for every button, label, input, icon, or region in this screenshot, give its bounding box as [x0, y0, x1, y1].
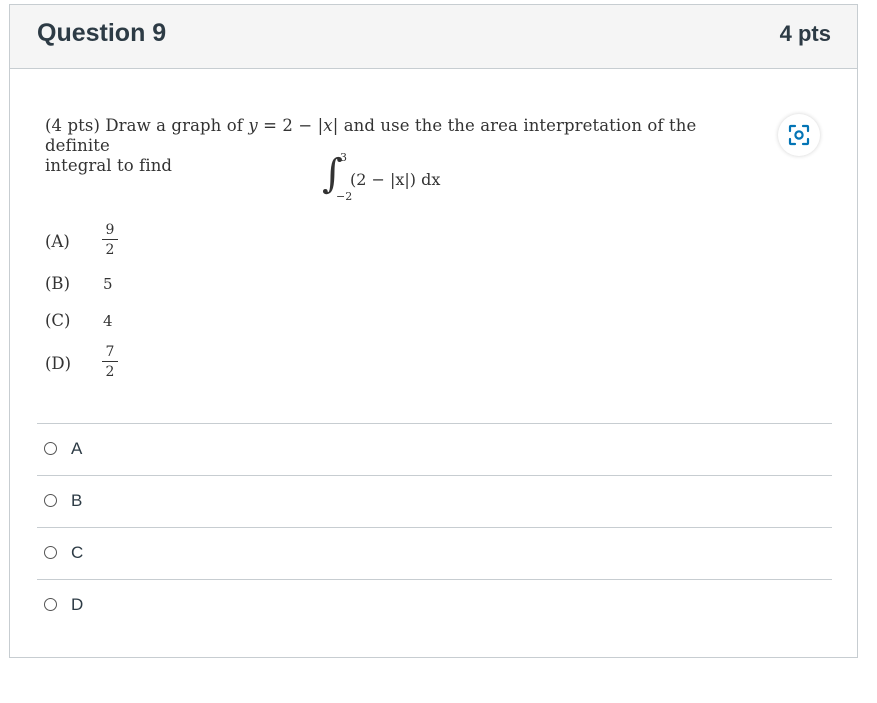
- fraction-numerator: 7: [105, 344, 115, 360]
- question-points: 4 pts: [779, 21, 831, 46]
- scan-icon: [788, 124, 810, 146]
- answer-option-d[interactable]: D: [37, 579, 832, 631]
- stem-line2: integral to find: [45, 156, 173, 175]
- question-header: Question 9 4 pts: [10, 5, 857, 69]
- answer-label[interactable]: D: [71, 595, 83, 615]
- answer-list: A B C D: [37, 423, 832, 631]
- stem-var-y: y: [248, 116, 258, 135]
- integral-lower-limit: −2: [336, 190, 353, 203]
- radio-button[interactable]: [44, 494, 57, 507]
- answer-option-a[interactable]: A: [37, 423, 832, 475]
- stem-eq-end: |: [332, 116, 339, 135]
- answer-option-b[interactable]: B: [37, 475, 832, 527]
- choice-label: (D): [45, 354, 72, 373]
- integral-body: (2 − |x|) dx: [350, 170, 441, 189]
- radio-button[interactable]: [44, 442, 57, 455]
- choice-label: (A): [45, 232, 70, 251]
- question-title: Question 9: [37, 19, 167, 47]
- stem-eq: = 2 − |: [263, 116, 324, 135]
- choice-label: (C): [45, 311, 71, 330]
- answer-option-c[interactable]: C: [37, 527, 832, 579]
- fraction-denominator: 2: [105, 364, 115, 380]
- choice-a-fraction: 9 2: [102, 222, 118, 258]
- radio-button[interactable]: [44, 598, 57, 611]
- answer-label[interactable]: C: [71, 543, 83, 563]
- stem-var-x: x: [323, 116, 333, 135]
- fraction-denominator: 2: [105, 242, 115, 258]
- fraction-numerator: 9: [105, 222, 115, 238]
- stem-prefix: (4 pts) Draw a graph of: [45, 116, 243, 135]
- radio-button[interactable]: [44, 546, 57, 559]
- answer-label[interactable]: A: [71, 439, 82, 459]
- choice-b-value: 5: [103, 275, 113, 293]
- integral-expression: ∫ 3 −2 (2 − |x|) dx: [322, 151, 462, 208]
- answer-label[interactable]: B: [71, 491, 82, 511]
- choice-label: (B): [45, 274, 70, 293]
- scan-button[interactable]: [778, 114, 820, 156]
- choice-d-fraction: 7 2: [102, 344, 118, 380]
- choice-c-value: 4: [103, 312, 113, 330]
- integral-upper-limit: 3: [340, 151, 347, 164]
